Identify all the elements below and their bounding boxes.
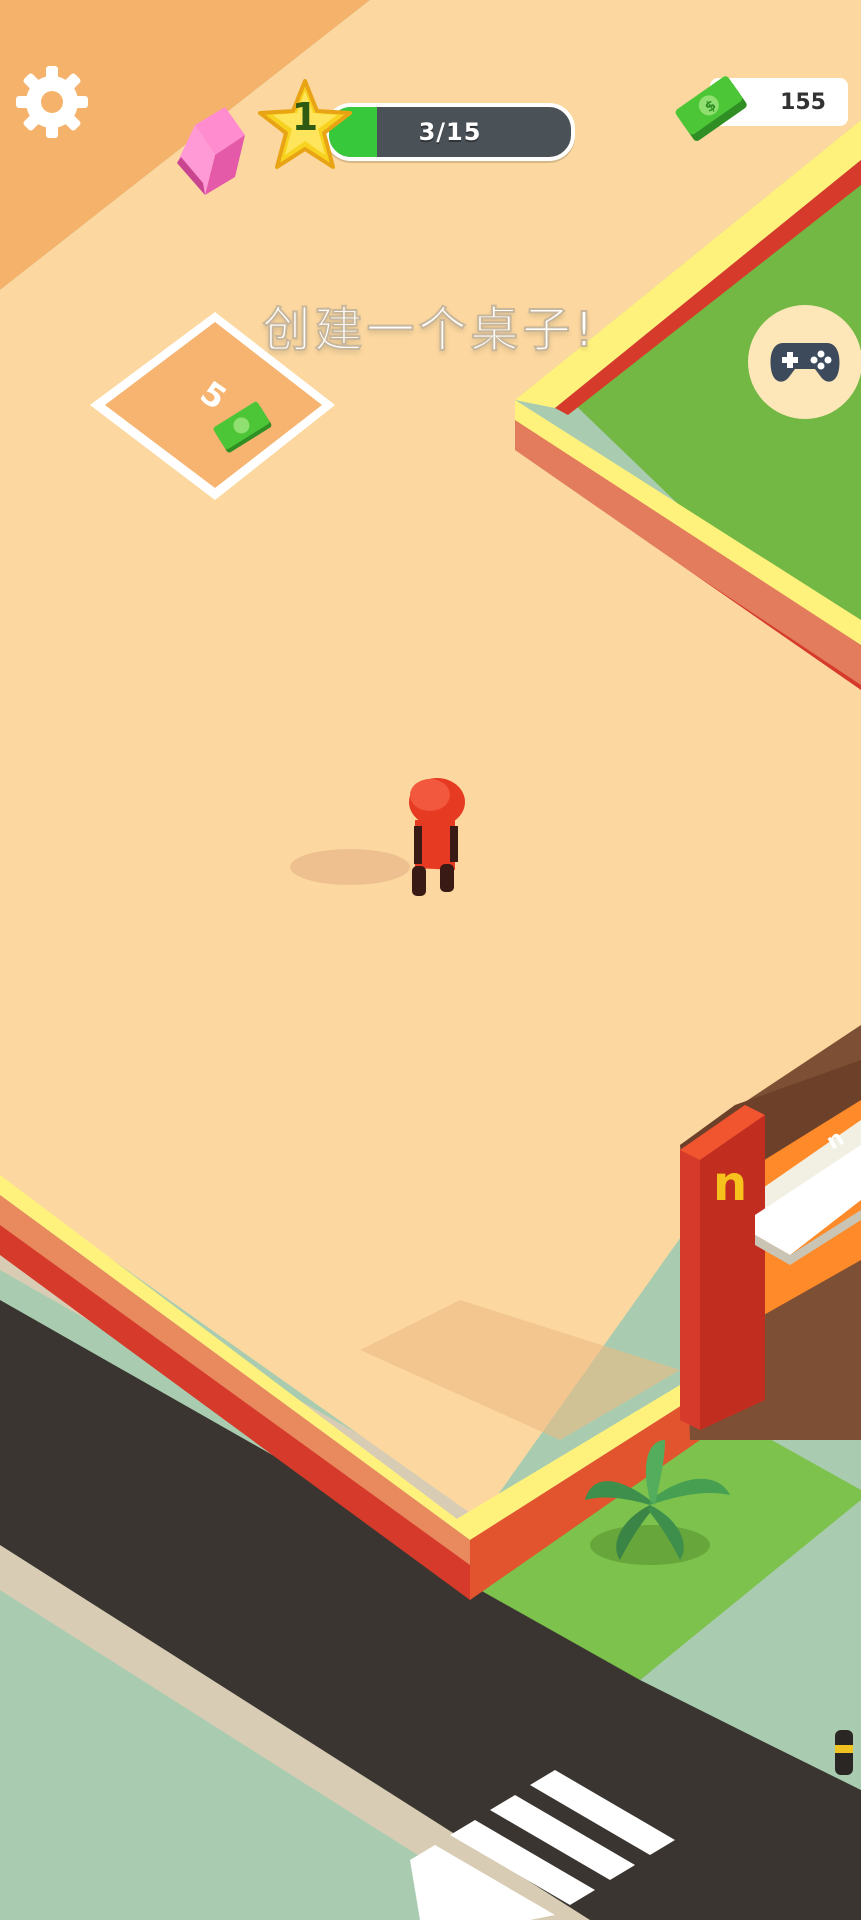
store-logo: n <box>713 1156 747 1212</box>
money-amount: 155 <box>780 89 826 115</box>
cash-icon: $ <box>675 76 747 141</box>
eraser-icon <box>177 107 245 195</box>
money-counter: 155 $ <box>670 72 850 148</box>
settings-button[interactable] <box>12 62 92 142</box>
game-world: 5 n n <box>0 0 861 1920</box>
bollard <box>835 1730 853 1775</box>
gamepad-button[interactable] <box>748 305 861 419</box>
instruction-text: 创建一个桌子! <box>261 301 598 359</box>
gamepad-icon <box>770 343 840 382</box>
level-number: 1 <box>291 95 319 139</box>
player-shadow <box>290 849 410 885</box>
level-progress: 3/15 1 <box>255 75 580 175</box>
progress-bar: 3/15 <box>325 103 575 161</box>
gear-icon <box>16 66 88 138</box>
progress-text: 3/15 <box>418 118 482 146</box>
eraser-button[interactable] <box>175 105 255 195</box>
